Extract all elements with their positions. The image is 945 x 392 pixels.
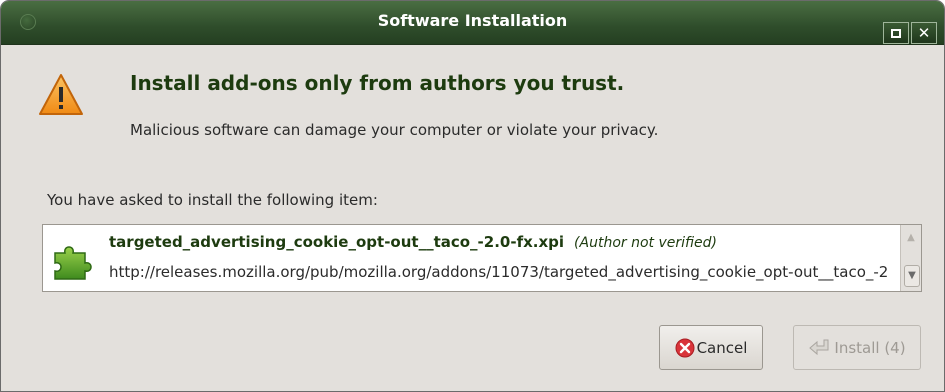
- cancel-button[interactable]: Cancel: [659, 325, 763, 370]
- puzzle-piece-icon: [54, 246, 92, 280]
- author-status: (Author not verified): [574, 235, 718, 251]
- install-prompt: You have asked to install the following …: [47, 191, 378, 209]
- warning-subtext: Malicious software can damage your compu…: [130, 121, 659, 139]
- list-scrollbar[interactable]: ▲ ▼: [900, 225, 921, 291]
- software-installation-dialog: Software Installation ✕ Install add-ons …: [0, 0, 945, 392]
- maximize-button[interactable]: [883, 22, 909, 44]
- item-filename: targeted_advertising_cookie_opt-out__tac…: [109, 233, 717, 251]
- install-button[interactable]: Install (4): [793, 325, 921, 370]
- cancel-icon: [675, 338, 695, 357]
- warning-headline: Install add-ons only from authors you tr…: [130, 71, 625, 95]
- item-url: http://releases.mozilla.org/pub/mozilla.…: [109, 263, 887, 281]
- scroll-down-icon[interactable]: ▼: [904, 265, 920, 287]
- title-bar[interactable]: Software Installation ✕: [1, 1, 944, 45]
- install-item-list[interactable]: targeted_advertising_cookie_opt-out__tac…: [42, 224, 922, 292]
- cancel-label: Cancel: [696, 338, 748, 357]
- scroll-up-icon[interactable]: ▲: [904, 228, 918, 248]
- item-name-text: targeted_advertising_cookie_opt-out__tac…: [109, 233, 565, 251]
- install-label: Install (4): [834, 338, 906, 357]
- window-title: Software Installation: [377, 11, 568, 30]
- install-arrow-icon: [809, 339, 829, 355]
- close-button[interactable]: ✕: [911, 22, 937, 44]
- warning-icon: [39, 74, 83, 115]
- maximize-icon: [891, 29, 901, 38]
